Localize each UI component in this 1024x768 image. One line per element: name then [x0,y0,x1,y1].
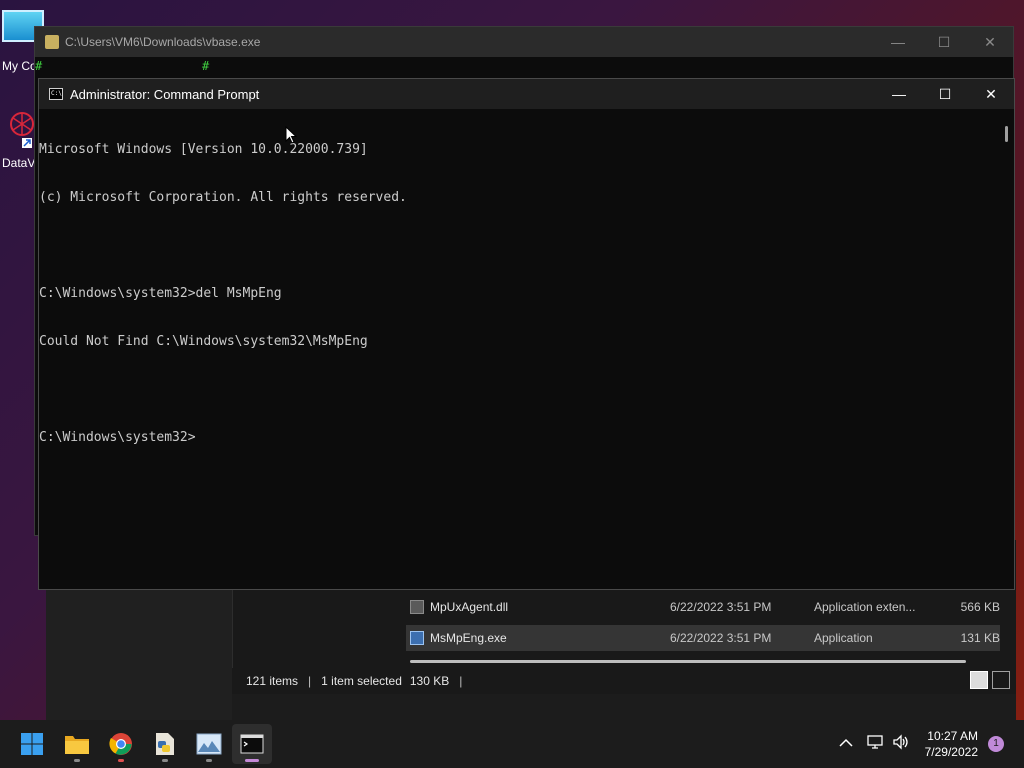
console-line: C:\Windows\system32>del MsMpEng [39,286,282,301]
running-indicator [245,759,259,762]
selected-size: 130 KB [409,674,450,688]
running-indicator [162,759,168,762]
running-indicator [118,759,124,762]
taskbar: 10:27 AM 7/29/2022 1 [0,720,1024,768]
file-name: MpUxAgent.dll [430,600,509,614]
scrollbar-thumb[interactable] [1005,126,1008,142]
desktop-icon-label: DataV [2,156,36,170]
chevron-up-icon[interactable] [836,735,856,753]
console-prompt-line[interactable]: C:\Windows\system32> [39,430,1000,446]
taskbar-file-explorer[interactable] [57,724,97,764]
cmd-titlebar[interactable]: C:\ Administrator: Command Prompt — ☐ ✕ [39,79,1014,109]
cmd-window-title: Administrator: Command Prompt [70,86,260,102]
file-date: 6/22/2022 3:51 PM [670,631,772,645]
taskbar-image-viewer[interactable] [189,724,229,764]
status-separator: | [459,674,463,688]
taskbar-chrome[interactable] [101,724,141,764]
taskbar-python[interactable] [145,724,185,764]
file-size: 566 KB [960,600,1000,614]
cmd-app-icon: C:\ [49,88,63,100]
dll-file-icon [410,600,424,614]
file-explorer-icon [65,736,89,754]
close-button[interactable]: ✕ [967,27,1013,57]
mouse-cursor-icon [285,126,297,144]
status-separator: | [308,674,312,688]
details-view-button[interactable] [970,671,988,689]
terminal-icon [240,734,264,754]
console-line: (c) Microsoft Corporation. All rights re… [39,190,407,205]
console-output[interactable]: Microsoft Windows [Version 10.0.22000.73… [39,109,1000,589]
file-type: Application [814,631,873,645]
item-count: 121 items [246,674,299,688]
console-line: Microsoft Windows [Version 10.0.22000.73… [39,142,368,157]
command-prompt-window[interactable]: C:\ Administrator: Command Prompt — ☐ ✕ … [38,78,1015,590]
start-button[interactable] [12,724,52,764]
maximize-button[interactable]: ☐ [921,27,967,57]
system-tray [836,720,914,768]
tiles-view-button[interactable] [992,671,1010,689]
image-viewer-icon [196,733,222,755]
notification-badge[interactable]: 1 [988,736,1004,752]
python-file-icon [156,733,174,755]
file-row[interactable]: MpUxAgent.dll 6/22/2022 3:51 PM Applicat… [406,594,1000,620]
minimize-button[interactable]: — [876,79,922,109]
maximize-button[interactable]: ☐ [922,79,968,109]
file-date: 6/22/2022 3:51 PM [670,600,772,614]
vbase-window-title: C:\Users\VM6\Downloads\vbase.exe [65,35,261,49]
close-button[interactable]: ✕ [968,79,1014,109]
network-icon[interactable] [862,734,888,755]
file-size: 131 KB [960,631,1000,645]
chrome-icon [109,733,132,755]
console-hash-mark: # [202,59,210,73]
selected-count: 1 item selected [321,674,402,688]
explorer-status-bar: 121 items | 1 item selected 130 KB | [232,668,1016,694]
clock[interactable]: 10:27 AM 7/29/2022 [925,728,978,760]
vbase-titlebar[interactable]: C:\Users\VM6\Downloads\vbase.exe — ☐ ✕ [35,27,1013,57]
clock-time: 10:27 AM [927,729,978,743]
python-file-icon [45,35,59,49]
horizontal-scrollbar[interactable] [410,660,966,663]
console-hash-mark: # [35,59,43,73]
taskbar-terminal[interactable] [232,724,272,764]
clock-date: 7/29/2022 [924,745,978,759]
desktop-icon-label: My Co [2,59,37,73]
running-indicator [74,759,80,762]
volume-icon[interactable] [888,733,914,755]
file-name: MsMpEng.exe [430,631,507,645]
file-type: Application exten... [814,600,916,614]
vertical-scrollbar[interactable] [1000,109,1014,589]
exe-file-icon [410,631,424,645]
console-line: Could Not Find C:\Windows\system32\MsMpE… [39,334,368,349]
minimize-button[interactable]: — [875,27,921,57]
running-indicator [206,759,212,762]
windows-start-icon [21,733,43,755]
file-row-selected[interactable]: MsMpEng.exe 6/22/2022 3:51 PM Applicatio… [406,625,1000,651]
